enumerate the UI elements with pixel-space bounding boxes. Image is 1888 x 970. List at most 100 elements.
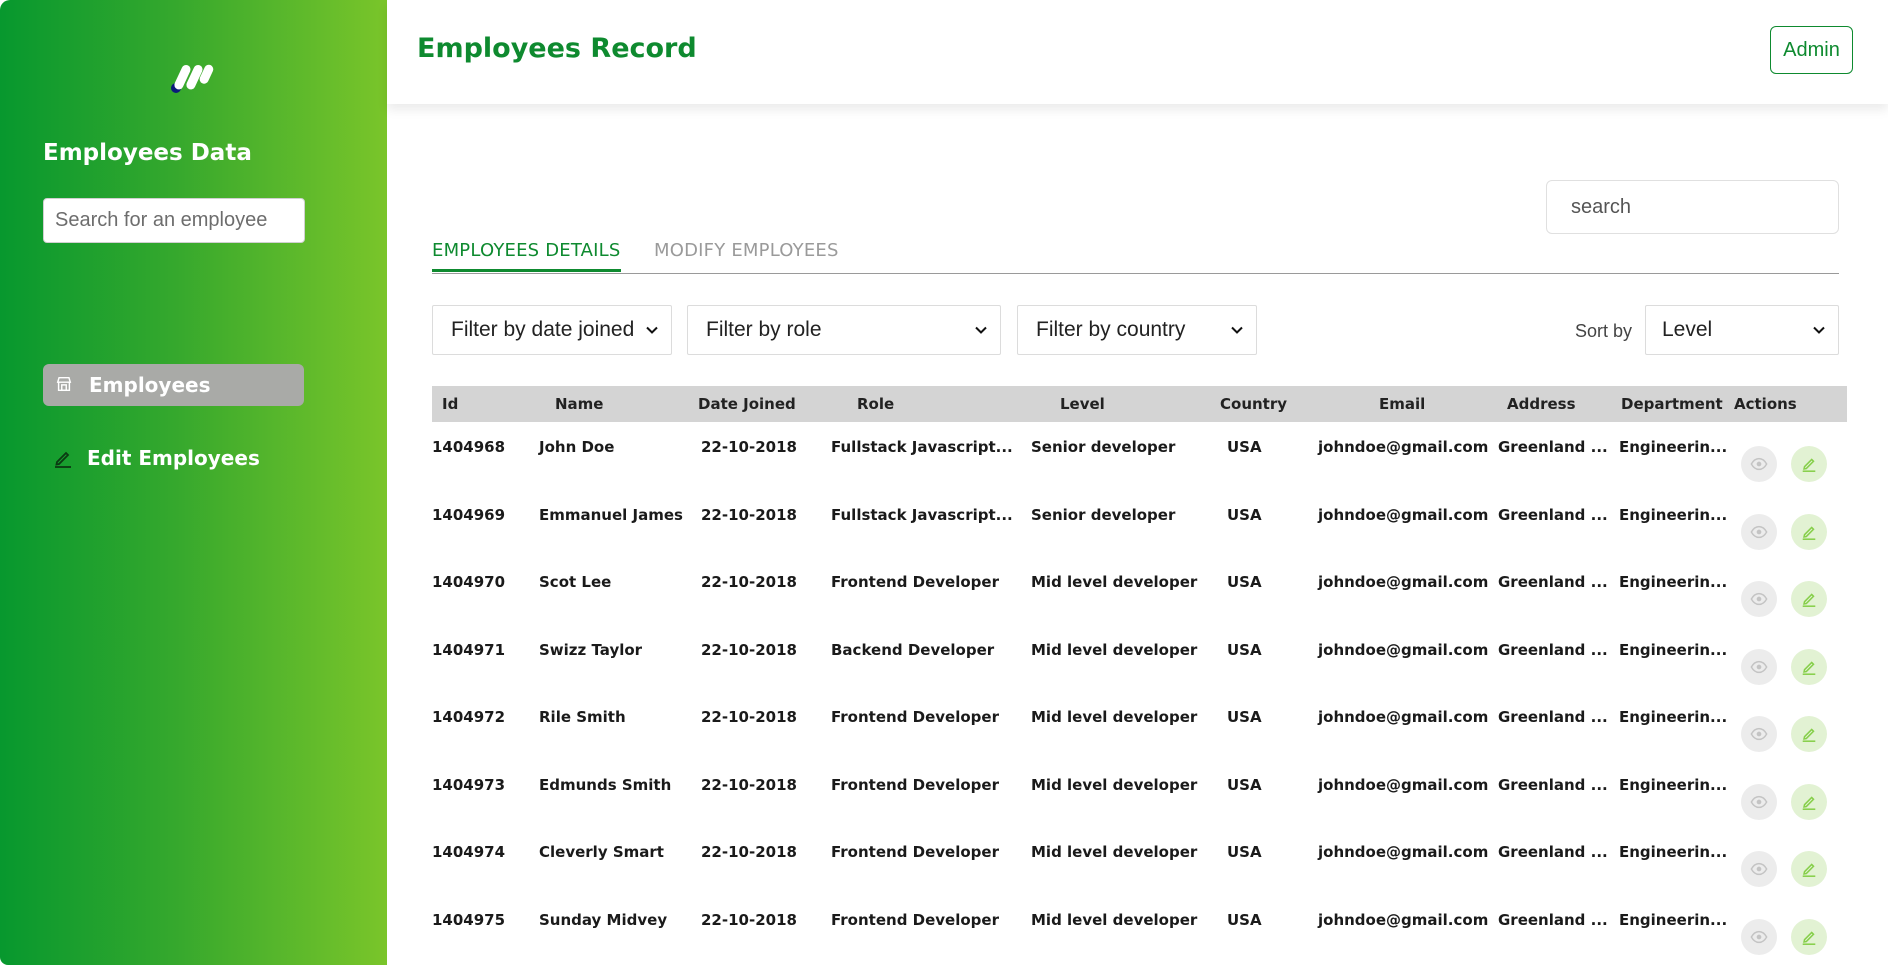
cell-level: Senior developer <box>1031 438 1176 456</box>
cell-id: 1404968 <box>432 438 506 456</box>
cell-name: Emmanuel James <box>539 505 683 524</box>
cell-name: Edmunds Smith <box>539 775 672 794</box>
cell-country: USA <box>1227 843 1262 861</box>
eye-icon[interactable] <box>1741 716 1777 752</box>
sort-label: Sort by <box>1575 321 1633 341</box>
cell-level: Mid level developer <box>1031 640 1198 659</box>
cell-level: Mid level developer <box>1031 708 1198 726</box>
pencil-icon[interactable] <box>1791 513 1827 550</box>
column-header-address: Address <box>1507 395 1576 413</box>
cell-email: johndoe@gmail.com <box>1318 910 1489 929</box>
pencil-icon[interactable] <box>1791 783 1827 820</box>
column-header-id: Id <box>442 395 459 413</box>
chevron-down-icon <box>975 326 987 334</box>
pencil-icon[interactable] <box>1791 918 1827 955</box>
cell-name: Swizz Taylor <box>539 640 643 659</box>
cell-level: Mid level developer <box>1031 573 1198 591</box>
pencil-icon[interactable] <box>1791 851 1827 887</box>
cell-level: Mid level developer <box>1031 910 1198 929</box>
cell-country: USA <box>1227 775 1262 794</box>
cell-address: Greenland ... <box>1498 775 1608 794</box>
cell-department: Engineerin... <box>1619 640 1728 659</box>
cell-country: USA <box>1227 640 1262 659</box>
cell-name: Scot Lee <box>539 573 612 591</box>
sidebar-item-edit-employees[interactable]: Edit Employees <box>43 437 304 479</box>
search-input[interactable] <box>1546 180 1839 234</box>
cell-role: Frontend Developer <box>831 910 999 929</box>
cell-department: Engineerin... <box>1619 438 1728 456</box>
cell-id: 1404972 <box>432 708 506 726</box>
table-row: 1404972 Rile Smith 22-10-2018 Frontend Deve… <box>432 708 1847 775</box>
pencil-icon <box>53 448 73 468</box>
pencil-icon[interactable] <box>1791 446 1827 482</box>
cell-country: USA <box>1227 505 1262 524</box>
sidebar-item-employees[interactable]: Employees <box>43 364 304 406</box>
filter-country-select[interactable]: Filter by country <box>1017 305 1257 355</box>
chevron-down-icon <box>1813 326 1825 334</box>
filter-date-select[interactable]: Filter by date joined <box>432 305 672 355</box>
eye-icon[interactable] <box>1741 513 1777 550</box>
tab-modify-employees[interactable]: MODIFY EMPLOYEES <box>654 240 839 261</box>
cell-role: Backend Developer <box>831 640 995 659</box>
table-row: 1404970 Scot Lee 22-10-2018 Frontend Develo… <box>432 573 1847 640</box>
cell-role: Fullstack Javascript... <box>831 438 1013 456</box>
column-header-name: Name <box>555 395 604 413</box>
cell-date-joined: 22-10-2018 <box>701 640 797 659</box>
page-title: Employees Record <box>417 33 697 64</box>
column-header-email: Email <box>1379 395 1426 413</box>
sort-value: Level <box>1662 318 1713 341</box>
eye-icon[interactable] <box>1741 918 1777 955</box>
column-header-role: Role <box>857 395 895 413</box>
cell-date-joined: 22-10-2018 <box>701 775 797 794</box>
cell-role: Frontend Developer <box>831 775 999 794</box>
column-header-level: Level <box>1060 395 1105 413</box>
table-row: 1404971 Swizz Taylor 22-10-2018 Backend Dev… <box>432 641 1847 708</box>
sidebar-item-label: Employees <box>89 373 211 397</box>
cell-email: johndoe@gmail.com <box>1318 775 1489 794</box>
cell-name: John Doe <box>539 438 615 456</box>
eye-icon[interactable] <box>1741 851 1777 887</box>
cell-role: Frontend Developer <box>831 573 999 591</box>
cell-role: Frontend Developer <box>831 708 999 726</box>
logo-icon <box>170 60 218 96</box>
employee-search-input[interactable] <box>43 198 305 243</box>
cell-role: Fullstack Javascript... <box>831 505 1013 524</box>
cell-date-joined: 22-10-2018 <box>701 843 797 861</box>
cell-date-joined: 22-10-2018 <box>701 708 797 726</box>
table-row: 1404973 Edmunds Smith 22-10-2018 Frontend D… <box>432 776 1847 843</box>
eye-icon[interactable] <box>1741 783 1777 820</box>
cell-country: USA <box>1227 438 1262 456</box>
cell-department: Engineerin... <box>1619 843 1728 861</box>
cell-date-joined: 22-10-2018 <box>701 573 797 591</box>
cell-department: Engineerin... <box>1619 775 1728 794</box>
filter-role-select[interactable]: Filter by role <box>687 305 1001 355</box>
cell-date-joined: 22-10-2018 <box>701 505 797 524</box>
column-header-actions: Actions <box>1734 395 1797 413</box>
pencil-icon[interactable] <box>1791 716 1827 752</box>
app-root: Employees Data Employees Edit Employees <box>0 0 1888 970</box>
eye-icon[interactable] <box>1741 648 1777 685</box>
admin-button[interactable]: Admin <box>1770 26 1853 74</box>
tab-employees-details[interactable]: EMPLOYEES DETAILS <box>432 240 621 272</box>
cell-role: Frontend Developer <box>831 843 999 861</box>
table-row: 1404974 Cleverly Smart 22-10-2018 Frontend … <box>432 843 1847 910</box>
top-header: Employees Record Admin <box>387 0 1888 104</box>
cell-email: johndoe@gmail.com <box>1318 843 1489 861</box>
cell-level: Mid level developer <box>1031 775 1198 794</box>
eye-icon[interactable] <box>1741 446 1777 482</box>
cell-id: 1404975 <box>432 910 506 929</box>
cell-id: 1404970 <box>432 573 506 591</box>
sort-select[interactable]: Level <box>1645 305 1839 355</box>
table-row: 1404968 John Doe 22-10-2018 Fullstack Javas… <box>432 438 1847 505</box>
pencil-icon[interactable] <box>1791 648 1827 685</box>
pencil-icon[interactable] <box>1791 581 1827 617</box>
cell-email: johndoe@gmail.com <box>1318 505 1489 524</box>
cell-id: 1404969 <box>432 505 506 524</box>
cell-id: 1404974 <box>432 843 506 861</box>
filter-date-label: Filter by date joined <box>451 318 635 341</box>
cell-date-joined: 22-10-2018 <box>701 910 797 929</box>
eye-icon[interactable] <box>1741 581 1777 617</box>
column-header-date: Date Joined <box>698 395 796 413</box>
sidebar: Employees Data Employees Edit Employees <box>0 0 387 965</box>
cell-name: Rile Smith <box>539 708 626 726</box>
